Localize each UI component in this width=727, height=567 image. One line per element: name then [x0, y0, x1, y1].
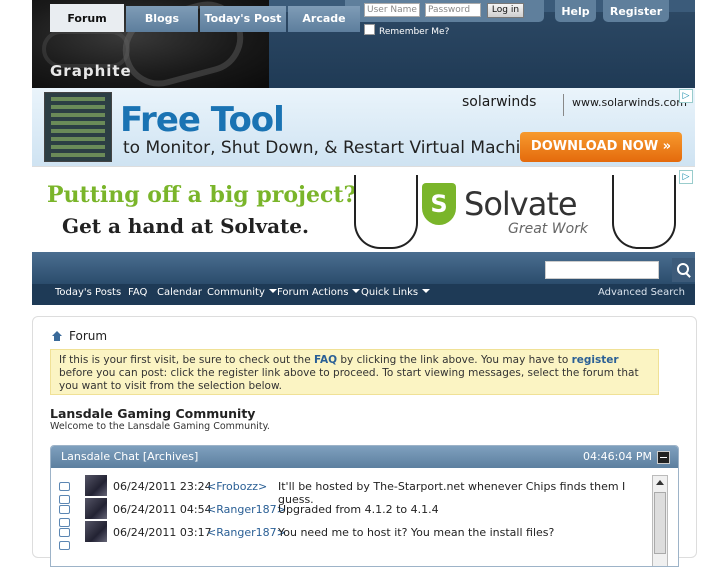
download-now-button[interactable]: DOWNLOAD NOW » [520, 132, 682, 162]
search-input[interactable] [545, 261, 659, 279]
ad-banner-solarwinds[interactable]: Free Tool to Monitor, Shut Down, & Resta… [32, 88, 695, 166]
chat-message: 06/24/2011 03:17 <Ranger187> You need me… [57, 521, 647, 550]
edit-icon[interactable] [59, 482, 70, 491]
tab-todays-post[interactable]: Today's Post [200, 6, 286, 32]
message-date: 06/24/2011 03:17 [113, 526, 212, 539]
ad-line1: Putting off a big project? [47, 182, 357, 208]
tab-blogs[interactable]: Blogs [126, 6, 198, 32]
search-icon[interactable] [672, 258, 695, 282]
chat-box: Lansdale Chat [Archives] 04:46:04 PM 06/… [50, 445, 679, 567]
message-date: 06/24/2011 04:54 [113, 503, 212, 516]
sub-navbar: Today's Posts FAQ Calendar Community For… [32, 284, 695, 305]
message-user[interactable]: <Frobozz> [207, 480, 267, 493]
edit-icon[interactable] [59, 528, 70, 537]
adchoices-icon[interactable]: ▷ [679, 89, 693, 103]
message-actions[interactable] [59, 504, 81, 527]
forum-page: Graphite User Name Password Log in Remem… [32, 0, 697, 567]
message-actions[interactable] [59, 481, 81, 504]
message-text: Upgraded from 4.1.2 to 4.1.4 [278, 503, 439, 516]
subnav-community[interactable]: Community [207, 287, 277, 298]
username-input[interactable]: User Name [364, 3, 420, 17]
logo-text: Graphite [50, 62, 132, 80]
message-user[interactable]: <Ranger187> [207, 526, 286, 539]
chevron-down-icon [352, 289, 361, 293]
avatar[interactable] [85, 521, 107, 542]
solvate-shield-icon: S [422, 183, 456, 225]
chat-scrollbar[interactable] [652, 475, 668, 566]
message-text: You need me to host it? You mean the ins… [278, 526, 555, 539]
breadcrumb: Forum [52, 329, 107, 343]
home-icon[interactable] [52, 331, 63, 341]
breadcrumb-forum[interactable]: Forum [69, 329, 107, 343]
login-button[interactable]: Log in [487, 3, 524, 18]
chat-time: 04:46:04 PM [582, 450, 652, 463]
register-button[interactable]: Register [603, 0, 669, 22]
chat-archives-link[interactable]: [Archives] [143, 450, 198, 463]
ad-subline: to Monitor, Shut Down, & Restart Virtual… [123, 138, 551, 158]
ad-line2: Get a hand at Solvate. [62, 214, 309, 238]
hand-right-icon [612, 175, 676, 249]
register-link[interactable]: register [572, 354, 619, 366]
remember-label: Remember Me? [379, 27, 450, 37]
message-actions[interactable] [59, 527, 81, 550]
chat-title[interactable]: Lansdale Chat [61, 450, 139, 463]
scroll-up-icon[interactable] [656, 480, 664, 485]
main-content: Forum If this is your first visit, be su… [32, 316, 697, 567]
forum-description: Welcome to the Lansdale Gaming Community… [50, 421, 270, 432]
faq-link[interactable]: FAQ [314, 354, 337, 366]
chat-message: 06/24/2011 04:54 <Ranger187> Upgraded fr… [57, 498, 647, 527]
notice-text-3: before you can post: click the register … [59, 367, 639, 392]
chat-header: Lansdale Chat [Archives] 04:46:04 PM [51, 446, 678, 468]
avatar[interactable] [85, 498, 107, 519]
collapse-icon[interactable] [657, 451, 670, 464]
welcome-notice: If this is your first visit, be sure to … [50, 349, 659, 395]
ad-url: www.solarwinds.com [572, 96, 687, 109]
message-user[interactable]: <Ranger187> [207, 503, 286, 516]
tab-arcade[interactable]: Arcade [288, 6, 360, 32]
remember-me[interactable]: Remember Me? [364, 24, 449, 37]
message-date: 06/24/2011 23:24 [113, 480, 212, 493]
subnav-community-label: Community [207, 287, 265, 298]
reply-icon[interactable] [59, 541, 70, 550]
ad-banner-solvate[interactable]: Putting off a big project? Get a hand at… [32, 166, 695, 253]
notice-text-2: by clicking the link above. You may have… [337, 354, 572, 366]
subnav-calendar[interactable]: Calendar [157, 287, 202, 298]
subnav-forum-actions-label: Forum Actions [277, 287, 349, 298]
subnav-quick-links-label: Quick Links [361, 287, 419, 298]
remember-checkbox[interactable] [364, 24, 375, 35]
subnav-forum-actions[interactable]: Forum Actions [277, 287, 361, 298]
edit-icon[interactable] [59, 505, 70, 514]
ad-tagline: Great Work [508, 221, 589, 237]
chevron-down-icon [268, 289, 277, 293]
chevron-down-icon [422, 289, 431, 293]
ad-divider [563, 94, 564, 116]
chat-message: 06/24/2011 23:24 <Frobozz> It'll be host… [57, 475, 647, 506]
forum-title: Lansdale Gaming Community [50, 406, 256, 421]
chat-title-group: Lansdale Chat [Archives] [61, 450, 198, 463]
notice-text-1: If this is your first visit, be sure to … [59, 354, 314, 366]
ad-brand-solvate: Solvate [464, 185, 578, 223]
subnav-todays-posts[interactable]: Today's Posts [55, 287, 121, 298]
ad-headline: Free Tool [120, 100, 285, 140]
password-input[interactable]: Password [425, 3, 481, 17]
ad-screenshot [44, 92, 112, 162]
adchoices-icon[interactable]: ▷ [679, 170, 693, 184]
hand-left-icon [354, 175, 418, 249]
avatar[interactable] [85, 475, 107, 496]
ad-brand: solarwinds [462, 94, 537, 110]
subnav-faq[interactable]: FAQ [128, 287, 147, 298]
help-button[interactable]: Help [555, 0, 596, 22]
subnav-quick-links[interactable]: Quick Links [361, 287, 431, 298]
advanced-search-link[interactable]: Advanced Search [598, 287, 685, 298]
tab-forum[interactable]: Forum [50, 4, 124, 32]
